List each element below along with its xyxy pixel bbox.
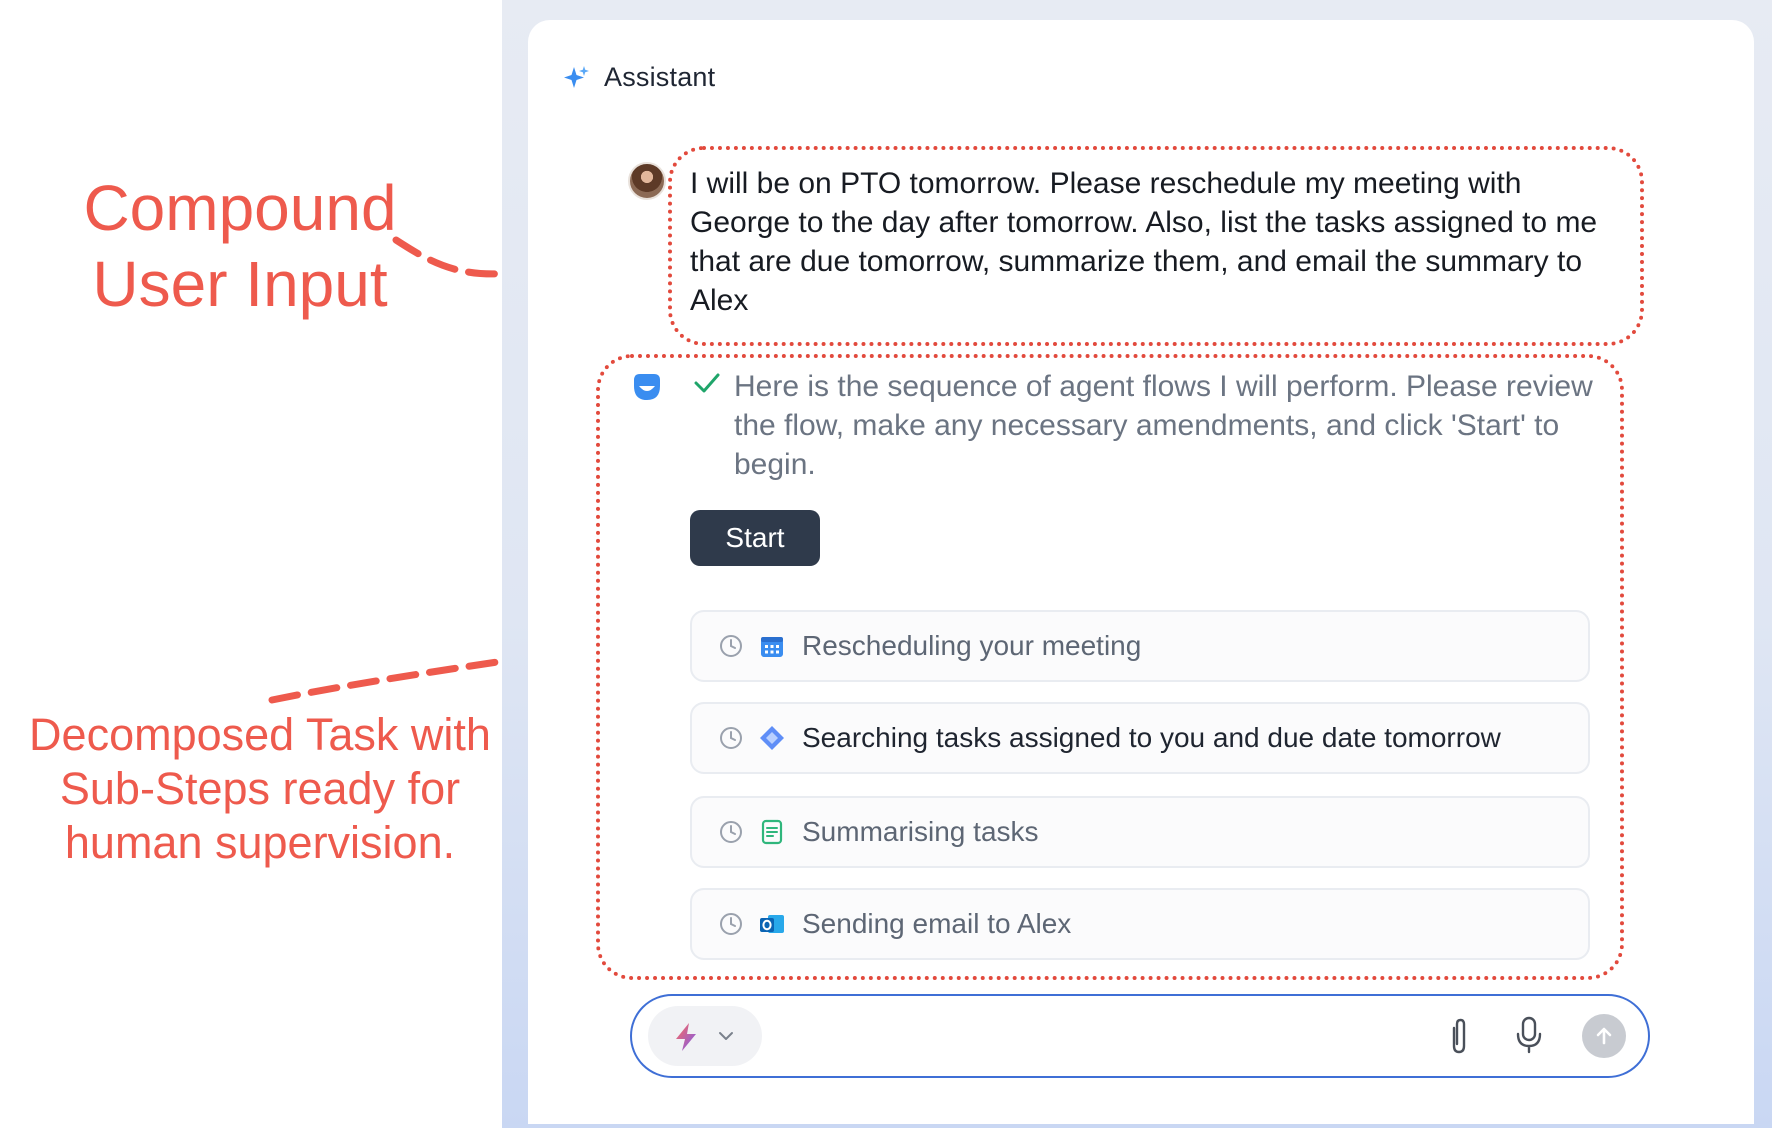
- assistant-title: Assistant: [604, 62, 716, 92]
- outlook-icon: [760, 915, 784, 933]
- diamond-task-icon: [760, 726, 784, 750]
- step-item-summarise[interactable]: Summarising tasks: [690, 796, 1590, 868]
- microphone-icon[interactable]: [1512, 1014, 1546, 1056]
- clock-icon: [720, 635, 742, 657]
- assistant-header: Assistant: [562, 62, 715, 93]
- step-label: Summarising tasks: [802, 816, 1039, 847]
- chevron-down-icon: [719, 1032, 733, 1040]
- step-label: Sending email to Alex: [802, 908, 1072, 939]
- step-label: Searching tasks assigned to you and due …: [802, 722, 1501, 753]
- annotation-compound-input: Compound User Input: [83, 172, 397, 320]
- user-avatar: [628, 162, 666, 200]
- check-icon: [694, 373, 720, 393]
- start-button[interactable]: Start: [690, 510, 820, 566]
- step-item-search-tasks[interactable]: Searching tasks assigned to you and due …: [690, 702, 1590, 774]
- sparkle-icon: [564, 65, 589, 88]
- annotation-decomposed-task: Decomposed Task with Sub-Steps ready for…: [29, 709, 491, 868]
- chat-input-bar[interactable]: [630, 994, 1650, 1078]
- paperclip-icon[interactable]: [1444, 1016, 1474, 1056]
- clock-icon: [720, 913, 742, 935]
- step-item-send-email[interactable]: Sending email to Alex: [690, 888, 1590, 960]
- mode-selector[interactable]: [648, 1006, 762, 1066]
- user-message: I will be on PTO tomorrow. Please resche…: [690, 167, 1598, 317]
- clock-icon: [720, 727, 742, 749]
- calendar-icon: [761, 637, 783, 657]
- clock-icon: [720, 821, 742, 843]
- step-item-reschedule[interactable]: Rescheduling your meeting: [690, 610, 1590, 682]
- agent-message: Here is the sequence of agent flows I wi…: [734, 370, 1593, 481]
- send-icon: [1596, 1027, 1612, 1045]
- step-label: Rescheduling your meeting: [802, 630, 1142, 661]
- document-icon: [761, 819, 783, 845]
- send-button[interactable]: [1582, 1014, 1626, 1058]
- lightning-icon: [676, 1023, 696, 1051]
- assistant-bot-icon: [634, 374, 660, 400]
